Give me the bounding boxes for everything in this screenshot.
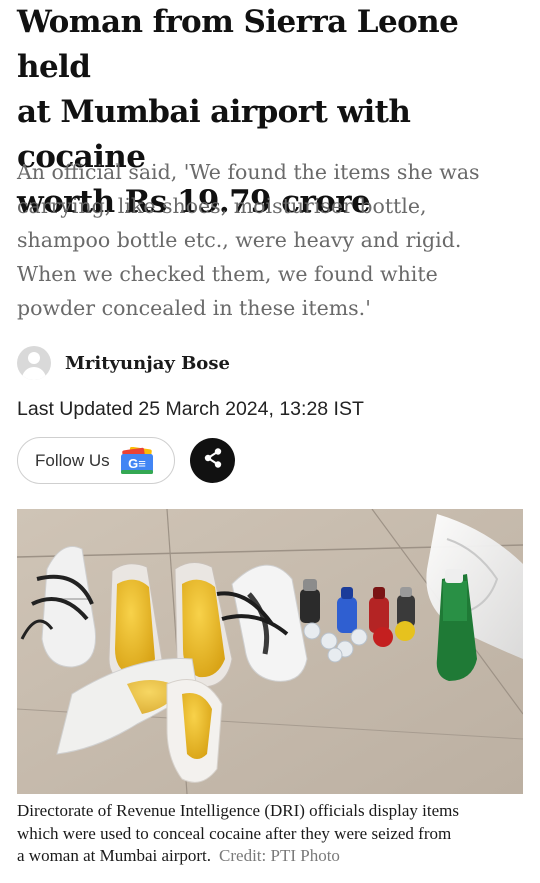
photo-caption: Directorate of Revenue Intelligence (DRI…	[17, 800, 527, 868]
author-name[interactable]: Mrityunjay Bose	[65, 353, 230, 374]
headline-line: Woman from Sierra Leone held	[17, 4, 459, 85]
caption-line: which were used to conceal cocaine after…	[17, 823, 452, 843]
share-button[interactable]	[190, 438, 235, 483]
last-updated-timestamp: Last Updated 25 March 2024, 13:28 IST	[17, 398, 364, 420]
share-icon	[202, 447, 224, 474]
caption-line: Directorate of Revenue Intelligence (DRI…	[17, 801, 459, 820]
summary-line: When we checked them, we found white	[17, 262, 438, 286]
follow-us-label: Follow Us	[35, 450, 110, 470]
article-summary: An official said, 'We found the items sh…	[17, 155, 527, 325]
author-byline[interactable]: Mrityunjay Bose	[17, 345, 230, 381]
follow-us-button[interactable]: Follow Us G≡	[17, 437, 175, 484]
summary-line: An official said, 'We found the items sh…	[17, 160, 480, 184]
google-news-icon-text: G≡	[128, 456, 146, 471]
caption-line: a woman at Mumbai airport.	[17, 846, 212, 865]
google-news-icon: G≡	[120, 446, 154, 475]
article-page: Woman from Sierra Leone held at Mumbai a…	[0, 0, 540, 883]
article-photo	[17, 509, 523, 794]
summary-line: powder concealed in these items.'	[17, 296, 371, 320]
photo-credit: Credit: PTI Photo	[219, 846, 340, 865]
avatar	[17, 346, 51, 380]
summary-line: carrying, like shoes, moisturiser bottle…	[17, 194, 427, 218]
summary-line: shampoo bottle etc., were heavy and rigi…	[17, 228, 462, 252]
